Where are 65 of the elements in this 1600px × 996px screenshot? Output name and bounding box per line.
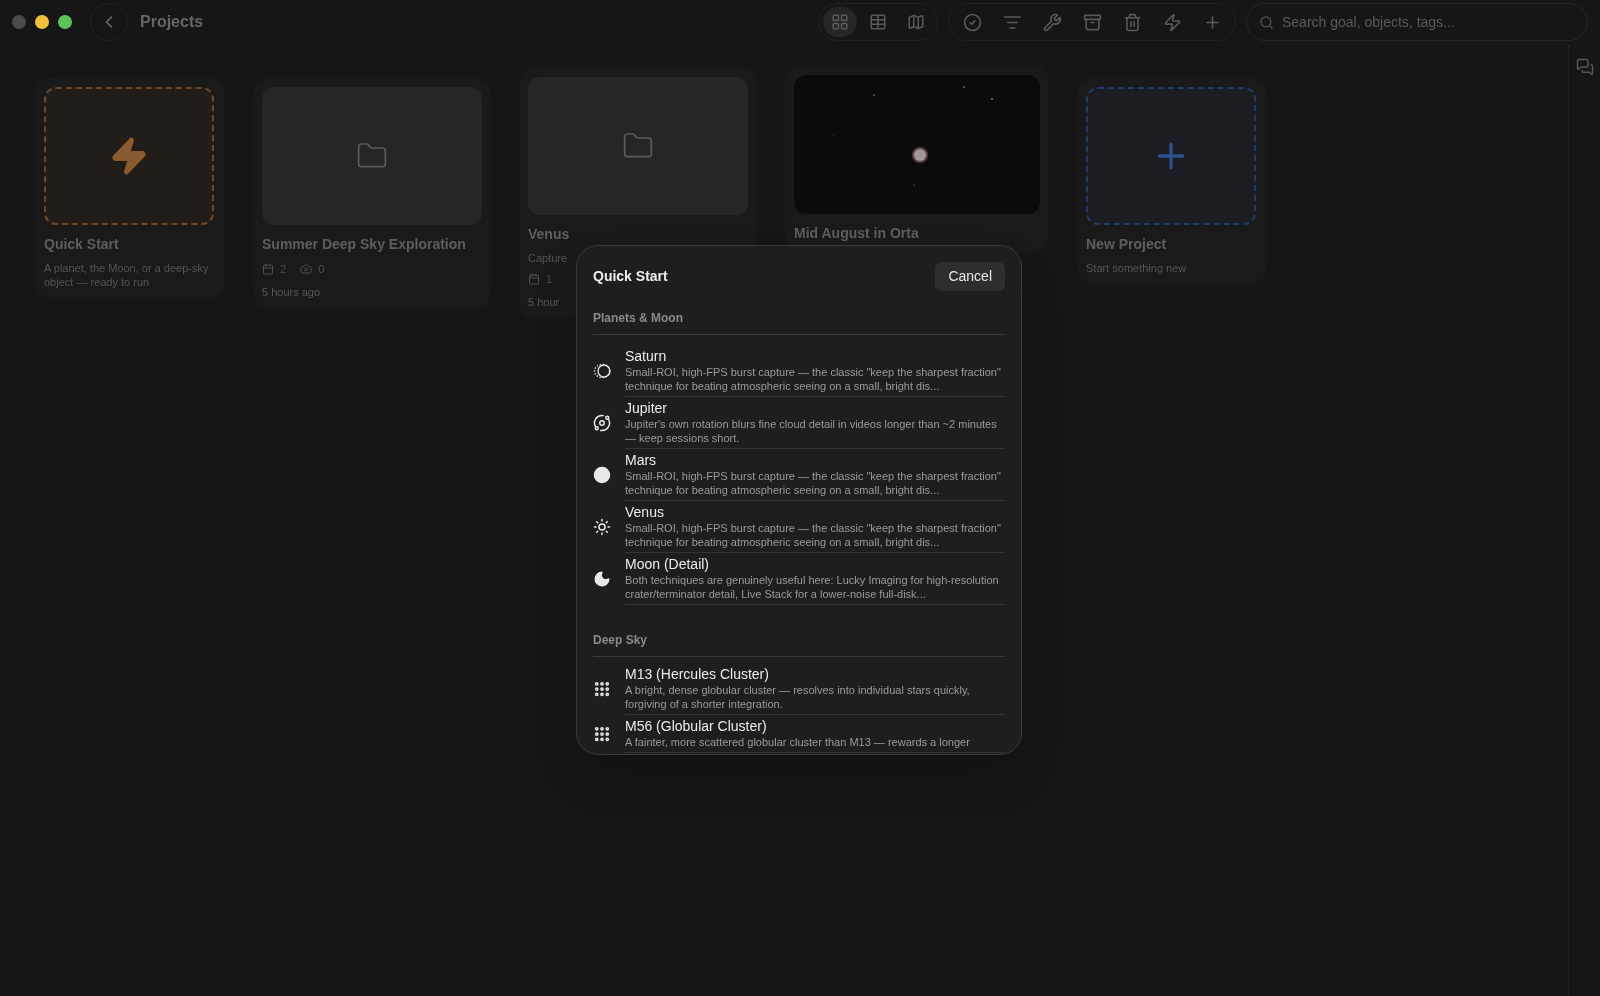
preset-description: A fainter, more scattered globular cluster than M13 — rewards a longer <box>625 735 971 749</box>
minimize-window-button[interactable] <box>35 15 49 29</box>
preset-name: M13 (Hercules Cluster) <box>625 666 770 683</box>
quick-start-tile[interactable] <box>44 87 214 225</box>
table-view-icon <box>869 13 887 31</box>
preset-item[interactable]: Venus Small-ROI, high-FPS burst capture — the classic "keep the sharpest fraction" technique for beating atmospheric seeing on a small, bright dis... <box>593 501 1005 553</box>
dots-grid-icon <box>593 680 611 698</box>
map-view-icon <box>907 13 925 31</box>
calendar-icon <box>262 263 274 276</box>
card-title: Quick Start <box>44 235 119 254</box>
moon-icon <box>593 570 611 588</box>
preset-item[interactable]: Jupiter Jupiter's own rotation blurs fine cloud detail in videos longer than ~2 minutes — keep sessions short. <box>593 397 1005 449</box>
dots-grid-icon <box>593 725 611 743</box>
sun-icon <box>593 518 611 536</box>
cancel-button[interactable]: Cancel <box>935 262 1005 291</box>
new-project-tile[interactable] <box>1086 87 1256 225</box>
preset-item[interactable]: M13 (Hercules Cluster) A bright, dense globular cluster — resolves into individual stars quickly, forgiving of a shorter integration. <box>593 663 1005 715</box>
preset-item[interactable]: Moon (Detail) Both techniques are genuinely useful here: Lucky Imaging for high-resolution crater/terminator detail, Live Stack for a lower-noise full-disk... <box>593 553 1005 605</box>
preset-item[interactable]: Saturn Small-ROI, high-FPS burst capture — the classic "keep the sharpest fraction" technique for beating atmospheric seeing on a small, bright dis... <box>593 345 1005 397</box>
card-description: Start something new <box>1086 261 1188 275</box>
search-input[interactable]: Search goal, objects, tags... <box>1282 11 1575 33</box>
preset-description: Small-ROI, high-FPS burst capture — the classic "keep the sharpest fraction" technique for beating atmospheric seeing on a small, bright dis... <box>625 521 1002 549</box>
ring-planet-icon <box>593 363 613 379</box>
preset-description: Jupiter's own rotation blurs fine cloud detail in videos longer than ~2 minutes — keep sessions short. <box>625 417 998 445</box>
grid-view-icon <box>831 13 849 31</box>
card-title: Venus <box>528 225 570 244</box>
preset-name: M56 (Globular Cluster) <box>625 718 768 735</box>
preset-description: Small-ROI, high-FPS burst capture — the classic "keep the sharpest fraction" technique for beating atmospheric seeing on a small, bright dis... <box>625 469 1002 497</box>
updated-time: 5 hour <box>528 294 560 310</box>
section-header: Planets & Moon <box>593 309 1005 335</box>
preset-description: Both techniques are genuinely useful here: Lucky Imaging for high-resolution crater/terminator detail, Live Stack for a lower-noise full-disk... <box>625 573 1000 601</box>
planet-icon <box>593 466 611 484</box>
trash-icon <box>1122 12 1142 32</box>
preset-name: Venus <box>625 504 665 521</box>
camera-icon <box>300 263 313 276</box>
chat-icon[interactable] <box>1575 58 1594 76</box>
card-title: Mid August in Orta <box>794 224 919 243</box>
section-header: Deep Sky <box>593 631 1005 657</box>
zoom-window-button[interactable] <box>58 15 72 29</box>
tools-icon <box>1042 12 1062 32</box>
planet-icon <box>593 414 611 432</box>
preset-description: Small-ROI, high-FPS burst capture — the classic "keep the sharpest fraction" technique for beating atmospheric seeing on a small, bright dis... <box>625 365 1002 393</box>
preset-name: Saturn <box>625 348 668 365</box>
lightning-icon <box>109 136 149 176</box>
preset-description: A bright, dense globular cluster — resolves into individual stars quickly, forgiving of a shorter integration. <box>625 683 971 711</box>
card-description: Capture <box>528 251 568 265</box>
preset-name: Jupiter <box>625 400 669 417</box>
preset-name: Mars <box>625 452 658 469</box>
checkmark-icon <box>962 12 982 32</box>
search-icon <box>1259 14 1274 30</box>
preset-item[interactable]: M56 (Globular Cluster) A fainter, more scattered globular cluster than M13 — rewards a longer <box>593 715 1005 753</box>
project-thumbnail[interactable] <box>262 87 482 225</box>
card-title: New Project <box>1086 235 1167 254</box>
preset-name: Moon (Detail) <box>625 556 711 573</box>
updated-time: 5 hours ago <box>262 284 321 300</box>
calendar-icon <box>528 273 540 286</box>
view-button[interactable] <box>823 7 857 37</box>
project-thumbnail[interactable] <box>528 77 748 215</box>
card-title: Summer Deep Sky Exploration <box>262 235 466 254</box>
preset-item[interactable]: Mars Small-ROI, high-FPS burst capture — the classic "keep the sharpest fraction" technique for beating atmospheric seeing on a small, bright dis... <box>593 449 1005 501</box>
dialog-title: Quick Start <box>593 267 668 286</box>
lightning-icon <box>1162 12 1182 32</box>
archive-icon <box>1082 12 1102 32</box>
close-window-button[interactable] <box>12 15 26 29</box>
window-title: Projects <box>140 12 204 32</box>
